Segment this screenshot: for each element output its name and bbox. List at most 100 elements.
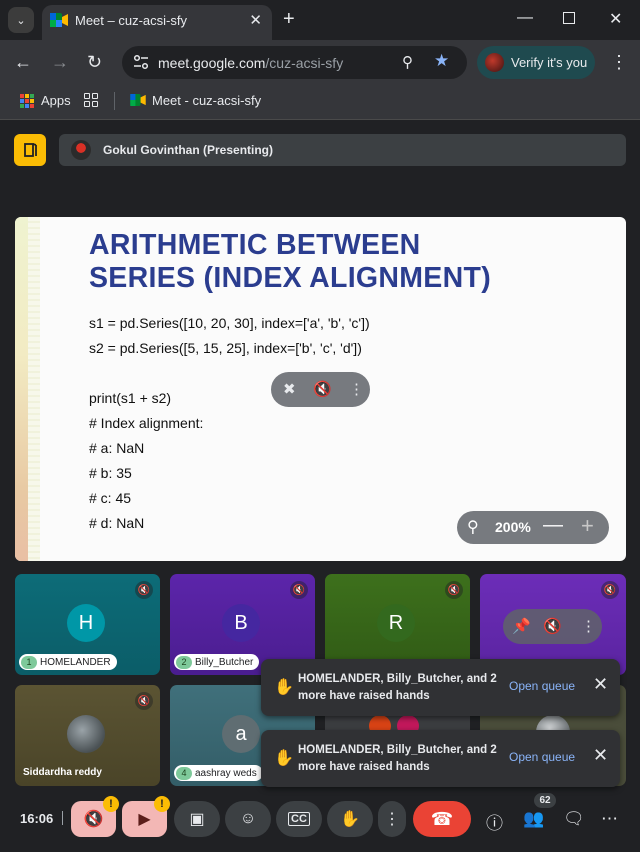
presenter-bar: Gokul Govinthan (Presenting) (59, 134, 626, 166)
zoom-level: 200% (495, 519, 531, 535)
people-icon[interactable]: 👥 (523, 809, 544, 829)
chevron-down-icon: ⌄ (16, 14, 26, 27)
name-tag: 4 aashray weds (174, 765, 263, 781)
zoom-out-button[interactable]: — (543, 514, 563, 537)
avatar (67, 715, 105, 753)
code-line: s1 = pd.Series([10, 20, 30], index=['a',… (89, 315, 370, 331)
bookmark-star-icon[interactable]: ★ (434, 51, 449, 71)
pin-icon[interactable]: 📌 (512, 617, 531, 635)
meeting-info-icon[interactable]: ⓘ (486, 809, 503, 834)
present-screen-button[interactable]: ▣ (174, 801, 220, 837)
mute-audio-icon[interactable]: 🔇 (313, 380, 332, 398)
raise-hand-button[interactable]: ✋ (327, 801, 373, 837)
name-tag: 1 HOMELANDER (19, 654, 117, 670)
present-screen-icon: ▣ (189, 811, 205, 828)
more-options-icon[interactable]: ⋮ (349, 380, 364, 398)
tab-search-button[interactable]: ⌄ (8, 7, 34, 33)
presenter-avatar (71, 140, 91, 160)
tile-controls: 📌 🔇 ⋮ (503, 609, 602, 644)
reload-icon[interactable]: ↻ (87, 52, 102, 73)
bookmark-divider (114, 92, 115, 110)
zoom-in-button[interactable]: + (581, 513, 594, 539)
meeting-clock: 16:06 (20, 811, 54, 826)
chat-icon[interactable]: 🗨 (563, 809, 585, 829)
browser-tab[interactable]: Meet – cuz-acsi-sfy ✕ (42, 5, 272, 40)
raised-hand-icon: ✋ (274, 750, 294, 767)
code-line: # a: NaN (89, 440, 145, 456)
avatar: R (377, 604, 415, 642)
forward-arrow-icon[interactable]: → (51, 52, 69, 73)
presenter-name: Gokul Govinthan (Presenting) (103, 143, 274, 157)
maximize-icon[interactable] (563, 12, 575, 24)
slide-decoration (28, 217, 40, 561)
leave-call-button[interactable]: ☎ (413, 801, 471, 837)
reactions-button[interactable]: ☺ (225, 801, 271, 837)
bookmark-meet[interactable]: Meet - cuz-acsi-sfy (152, 93, 261, 108)
tab-title: Meet – cuz-acsi-sfy (75, 13, 187, 28)
avatar: a (222, 715, 260, 753)
verify-profile-button[interactable]: Verify it's you (477, 46, 595, 79)
code-line: # c: 45 (89, 490, 132, 506)
zoom-magnifier-icon[interactable]: ⚲ (402, 53, 413, 71)
code-line: # b: 35 (89, 465, 132, 481)
hang-up-icon: ☎ (430, 808, 454, 829)
code-line: # Index alignment: (89, 415, 204, 431)
people-count-badge: 62 (534, 793, 556, 808)
new-tab-icon[interactable]: + (283, 8, 295, 31)
site-settings-icon[interactable] (132, 53, 150, 71)
hand-raise-badge: 2 (176, 655, 192, 669)
profile-avatar (485, 53, 504, 72)
zoom-icon: ⚲ (467, 519, 479, 536)
code-line: s2 = pd.Series([5, 15, 25], index=['b', … (89, 340, 362, 356)
captions-button[interactable]: CC (276, 801, 322, 837)
clock-divider (62, 811, 63, 825)
toast-message: HOMELANDER, Billy_Butcher, and 2 more ha… (298, 744, 497, 773)
open-queue-button[interactable]: Open queue (509, 679, 575, 693)
close-window-icon[interactable]: ✕ (609, 9, 622, 29)
code-line: # d: NaN (89, 515, 145, 531)
avatar: B (222, 604, 260, 642)
activities-grid-icon[interactable]: ⋯ (601, 809, 618, 829)
back-arrow-icon[interactable]: ← (14, 52, 32, 73)
slide-title: ARITHMETIC BETWEEN SERIES (INDEX ALIGNME… (89, 229, 491, 294)
raised-hand-icon: ✋ (274, 679, 294, 696)
emoji-icon: ☺ (239, 810, 257, 827)
url-text[interactable]: meet.google.com/cuz-acsi-sfy (158, 55, 343, 71)
camera-warning-icon: ! (154, 796, 170, 812)
more-options-icon[interactable]: ⋮ (581, 617, 596, 635)
unpin-icon[interactable]: ✖ (283, 380, 296, 398)
address-bar[interactable]: meet.google.com/cuz-acsi-sfy ⚲ ★ (122, 46, 467, 79)
toast-message: HOMELANDER, Billy_Butcher, and 2 more ha… (298, 673, 497, 702)
avatar: H (67, 604, 105, 642)
meet-favicon-icon (50, 13, 68, 27)
code-line: print(s1 + s2) (89, 390, 172, 406)
mic-off-icon: 🔇 (290, 581, 308, 599)
mic-off-icon: 🔇 (135, 692, 153, 710)
apps-grid-icon[interactable] (20, 94, 34, 108)
mic-off-icon: 🔇 (135, 581, 153, 599)
participant-tile[interactable]: 🔇 Siddardha reddy (15, 685, 160, 786)
raised-hands-toast: ✋ HOMELANDER, Billy_Butcher, and 2 more … (261, 659, 620, 716)
minimize-icon[interactable]: — (517, 9, 533, 27)
browser-menu-icon[interactable]: ⋮ (610, 52, 628, 73)
mic-off-icon: 🔇 (83, 811, 104, 828)
slide-decoration (15, 217, 28, 561)
tab-groups-icon[interactable] (84, 93, 98, 107)
bookmark-apps[interactable]: Apps (41, 93, 71, 108)
door-exit-icon (24, 143, 37, 157)
name-tag: 2 Billy_Butcher (174, 654, 260, 670)
open-queue-button[interactable]: Open queue (509, 750, 575, 764)
more-options-button[interactable]: ⋮ (378, 801, 406, 837)
mic-off-icon: 🔇 (445, 581, 463, 599)
hand-raise-badge: 4 (176, 766, 192, 780)
mute-audio-icon[interactable]: 🔇 (543, 617, 562, 635)
participant-name: Siddardha reddy (23, 767, 102, 778)
more-vert-icon: ⋮ (384, 811, 400, 828)
meet-favicon-icon (130, 94, 146, 106)
hand-raise-badge: 1 (21, 655, 37, 669)
participant-tile[interactable]: H 🔇 1 HOMELANDER (15, 574, 160, 675)
close-icon[interactable]: ✕ (593, 745, 608, 766)
companion-mode-button[interactable] (14, 134, 46, 166)
close-tab-icon[interactable]: ✕ (249, 11, 262, 29)
close-icon[interactable]: ✕ (593, 674, 608, 695)
